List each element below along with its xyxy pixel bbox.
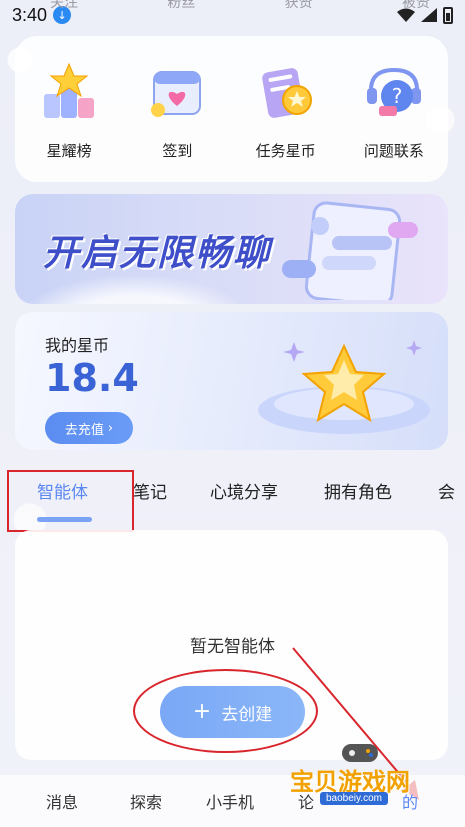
banner-title: 开启无限畅聊 [43, 233, 272, 274]
coin-card: 我的星币 18.4 去充值 › [15, 312, 448, 450]
recharge-button[interactable]: 去充值 › [45, 412, 133, 444]
cloud-decoration [15, 274, 255, 304]
watermark-url: baobeiy.com [320, 792, 388, 805]
faded-tab: 关注 [50, 0, 78, 11]
shortcut-task-coins[interactable]: 任务星币 [236, 60, 336, 161]
shortcut-label: 问题联系 [363, 142, 424, 160]
chat-banner[interactable]: 开启无限畅聊 [15, 194, 448, 304]
shortcut-card: 星耀榜 签到 任务星币 ? 问题联系 [15, 36, 448, 182]
battery-icon [443, 6, 453, 24]
faded-tab: 粉丝 [167, 0, 196, 11]
faded-profile-tabs: 关注 粉丝 获赞 被赞 [50, 0, 430, 12]
nav-mini-phone[interactable]: 小手机 [206, 789, 254, 813]
faded-tab: 获赞 [284, 0, 313, 11]
annotation-box [7, 470, 134, 532]
shortcut-help-contact[interactable]: ? 问题联系 [344, 60, 444, 161]
coin-value: 18.4 [45, 356, 139, 400]
tab-mood-share[interactable]: 心境分享 [210, 478, 278, 503]
shortcut-label: 任务星币 [255, 142, 316, 160]
phone-chat-illustration [282, 201, 418, 300]
help-contact-icon: ? [361, 60, 427, 126]
nav-explore[interactable]: 探索 [130, 789, 162, 813]
trophy-star-icon [36, 60, 102, 126]
task-coin-icon [253, 60, 319, 126]
gamepad-icon [342, 744, 378, 762]
tab-notes[interactable]: 笔记 [133, 478, 167, 503]
shortcut-label: 星耀榜 [46, 142, 92, 160]
nav-messages[interactable]: 消息 [46, 789, 78, 813]
calendar-checkin-icon [144, 60, 210, 126]
status-bar: 关注 粉丝 获赞 被赞 3:40 ↓ [0, 0, 465, 30]
shortcut-leaderboard[interactable]: 星耀榜 [19, 60, 119, 161]
coin-label: 我的星币 [45, 336, 110, 355]
tab-owned-roles[interactable]: 拥有角色 [324, 478, 392, 503]
svg-text:?: ? [392, 84, 403, 108]
shortcut-label: 签到 [162, 142, 193, 160]
recharge-label: 去充值 [64, 422, 104, 438]
watermark: 宝贝游戏网 baobeiy.com [290, 740, 460, 825]
star-plate-illustration [258, 340, 430, 434]
shortcut-checkin[interactable]: 签到 [127, 60, 227, 161]
tab-more[interactable]: 会 [438, 478, 455, 503]
faded-tab: 被赞 [401, 0, 430, 11]
status-time: 3:40 [12, 4, 48, 25]
chevron-right-icon: › [107, 420, 114, 436]
